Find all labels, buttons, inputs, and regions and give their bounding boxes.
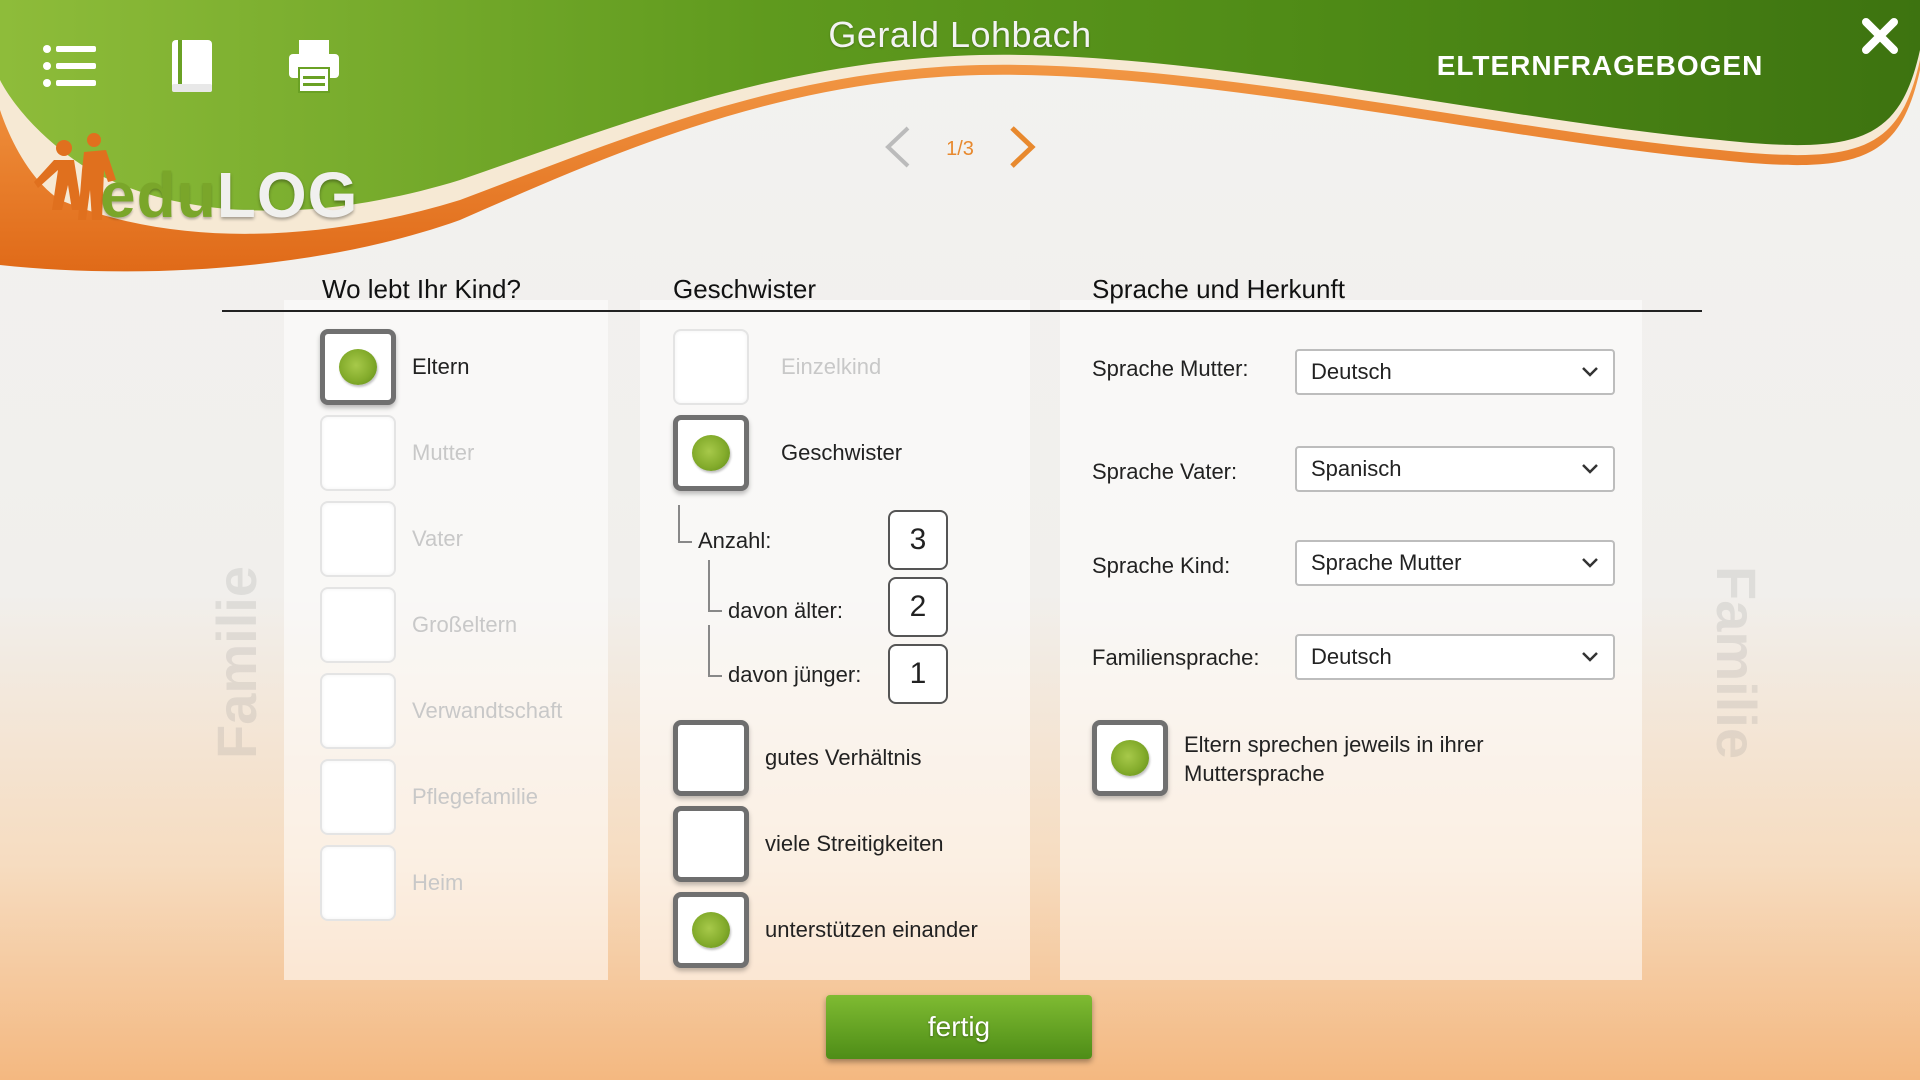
chevron-down-icon xyxy=(1582,558,1598,568)
younger-input[interactable]: 1 xyxy=(888,644,948,704)
done-button[interactable]: fertig xyxy=(826,995,1092,1059)
checkbox[interactable] xyxy=(320,501,396,577)
questionnaire-title: ELTERNFRAGEBOGEN xyxy=(1436,50,1764,81)
mother-language-select[interactable]: Deutsch xyxy=(1295,349,1615,395)
print-icon[interactable] xyxy=(284,36,344,96)
page-indicator: 1/3 xyxy=(946,137,974,160)
older-input[interactable]: 2 xyxy=(888,577,948,637)
user-name: Gerald Lohbach xyxy=(828,14,1092,55)
check-mark-icon xyxy=(1111,740,1149,776)
living-option-verwandtschaft[interactable]: Verwandtschaft xyxy=(320,673,562,749)
checkbox[interactable] xyxy=(320,845,396,921)
edulog-logo: eduLOG xyxy=(100,159,359,231)
father-language-select[interactable]: Spanisch xyxy=(1295,446,1615,492)
living-option-grosseltern[interactable]: Großeltern xyxy=(320,587,517,663)
section-title-living: Wo lebt Ihr Kind? xyxy=(322,274,521,304)
checkbox[interactable] xyxy=(673,329,749,405)
page-navigation: 1/3 xyxy=(880,122,1040,176)
family-language-label: Familiensprache: xyxy=(1092,645,1260,670)
count-input[interactable]: 3 xyxy=(888,510,948,570)
tree-connector xyxy=(708,625,722,677)
checkbox[interactable] xyxy=(1092,720,1168,796)
family-language-select[interactable]: Deutsch xyxy=(1295,634,1615,680)
checkbox[interactable] xyxy=(320,587,396,663)
native-language-option[interactable]: Eltern sprechen jeweils in ihrer Mutters… xyxy=(1092,720,1484,796)
side-label-right: Familie xyxy=(1704,566,1768,759)
siblings-option-einzelkind[interactable]: Einzelkind xyxy=(673,329,881,405)
siblings-option-geschwister[interactable]: Geschwister xyxy=(673,415,902,491)
mother-language-label: Sprache Mutter: xyxy=(1092,356,1249,381)
close-icon[interactable] xyxy=(1858,14,1902,58)
child-language-select[interactable]: Sprache Mutter xyxy=(1295,540,1615,586)
checkbox[interactable] xyxy=(673,892,749,968)
checkbox[interactable] xyxy=(673,720,749,796)
checkbox[interactable] xyxy=(320,415,396,491)
title-divider xyxy=(222,310,1702,312)
chevron-down-icon xyxy=(1582,367,1598,377)
checkbox[interactable] xyxy=(320,759,396,835)
chevron-left-icon[interactable] xyxy=(880,124,914,175)
living-option-vater[interactable]: Vater xyxy=(320,501,463,577)
checkbox[interactable] xyxy=(320,673,396,749)
book-icon[interactable] xyxy=(162,36,222,96)
menu-list-icon[interactable] xyxy=(40,36,100,96)
check-mark-icon xyxy=(339,349,377,385)
younger-label: davon jünger: xyxy=(728,662,862,687)
relation-option-disputes[interactable]: viele Streitigkeiten xyxy=(673,806,944,882)
check-mark-icon xyxy=(692,912,730,948)
chevron-down-icon xyxy=(1582,652,1598,662)
count-label: Anzahl: xyxy=(698,528,772,553)
chevron-down-icon xyxy=(1582,464,1598,474)
tree-connector xyxy=(708,560,722,612)
chevron-right-icon[interactable] xyxy=(1006,124,1040,175)
child-language-label: Sprache Kind: xyxy=(1092,553,1231,578)
side-label-left: Familie xyxy=(204,566,268,759)
living-option-eltern[interactable]: Eltern xyxy=(320,329,469,405)
check-mark-icon xyxy=(692,435,730,471)
checkbox[interactable] xyxy=(673,415,749,491)
tree-connector xyxy=(678,505,692,543)
older-label: davon älter: xyxy=(728,598,843,623)
relation-option-support[interactable]: unterstützen einander xyxy=(673,892,978,968)
section-title-siblings: Geschwister xyxy=(673,274,817,304)
living-option-pflegefamilie[interactable]: Pflegefamilie xyxy=(320,759,538,835)
father-language-label: Sprache Vater: xyxy=(1092,459,1238,484)
checkbox[interactable] xyxy=(673,806,749,882)
checkbox[interactable] xyxy=(320,329,396,405)
section-title-language: Sprache und Herkunft xyxy=(1092,274,1345,304)
relation-option-good[interactable]: gutes Verhältnis xyxy=(673,720,922,796)
living-option-mutter[interactable]: Mutter xyxy=(320,415,474,491)
living-option-heim[interactable]: Heim xyxy=(320,845,463,921)
